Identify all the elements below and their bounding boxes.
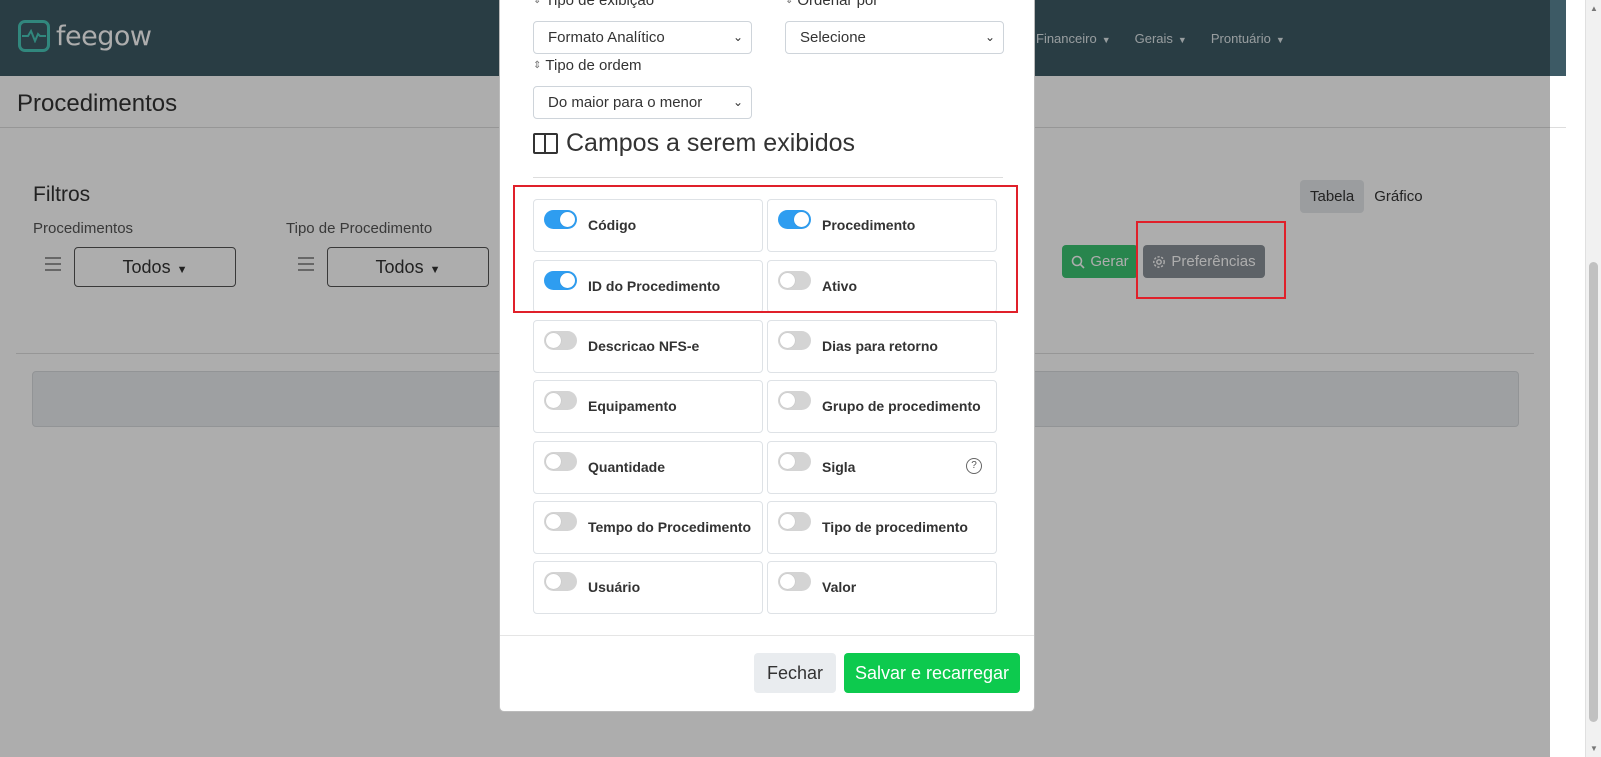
columns-icon: [533, 133, 558, 154]
field-label: Dias para retorno: [822, 338, 938, 354]
chevron-down-icon: ⌄: [984, 30, 995, 44]
chevron-down-icon: ⌄: [732, 95, 743, 109]
field-label: Tipo de procedimento: [822, 519, 968, 535]
field-descricao-nfse[interactable]: Descricao NFS-e: [533, 320, 763, 373]
field-grupo-procedimento[interactable]: Grupo de procedimento: [767, 380, 997, 433]
field-tipo-procedimento[interactable]: Tipo de procedimento: [767, 501, 997, 554]
toggle-switch[interactable]: [778, 512, 811, 531]
field-label: Usuário: [588, 579, 641, 595]
scroll-up-icon[interactable]: ▲: [1590, 4, 1598, 13]
fechar-button[interactable]: Fechar: [754, 653, 836, 693]
scroll-down-icon[interactable]: ▼: [1590, 744, 1598, 753]
help-icon[interactable]: ?: [966, 458, 982, 474]
select-value: Do maior para o menor: [548, 94, 703, 111]
field-usuario[interactable]: Usuário: [533, 561, 763, 614]
chevron-down-icon: ⌄: [732, 30, 743, 44]
highlight-box: [1136, 221, 1286, 299]
ordenar-por-select[interactable]: Selecione ⌄: [785, 21, 1004, 54]
field-label: Equipamento: [588, 398, 677, 414]
toggle-switch[interactable]: [544, 391, 577, 410]
section-title: Campos a serem exibidos: [533, 129, 855, 158]
toggle-switch[interactable]: [544, 572, 577, 591]
sort-icon: ⇕: [533, 0, 542, 6]
toggle-switch[interactable]: [544, 452, 577, 471]
toggle-switch[interactable]: [778, 331, 811, 350]
tipo-exibicao-select[interactable]: Formato Analítico ⌄: [533, 21, 752, 54]
toggle-switch[interactable]: [544, 331, 577, 350]
field-sigla[interactable]: Sigla ?: [767, 441, 997, 494]
salvar-recarregar-button[interactable]: Salvar e recarregar: [844, 653, 1020, 693]
highlight-box: [513, 185, 1018, 313]
label-text: Tipo de exibição: [545, 0, 655, 9]
section-title-text: Campos a serem exibidos: [566, 129, 856, 157]
field-label: Grupo de procedimento: [822, 398, 981, 414]
preferences-modal: ⇕ Tipo de exibição ⇕ Ordenar por Formato…: [499, 0, 1035, 712]
toggle-switch[interactable]: [778, 391, 811, 410]
toggle-switch[interactable]: [778, 452, 811, 471]
tipo-ordem-label: ⇕ Tipo de ordem: [533, 57, 642, 74]
label-text: Ordenar por: [797, 0, 879, 9]
scrollbar-thumb[interactable]: [1589, 262, 1598, 722]
field-label: Valor: [822, 579, 857, 595]
divider: [500, 635, 1034, 636]
sort-icon: ⇕: [533, 59, 542, 71]
tipo-exibicao-label: ⇕ Tipo de exibição: [533, 0, 654, 9]
toggle-switch[interactable]: [778, 572, 811, 591]
field-tempo-procedimento[interactable]: Tempo do Procedimento: [533, 501, 763, 554]
page-scrollbar[interactable]: ▲ ▼: [1585, 0, 1601, 757]
divider: [533, 177, 1003, 178]
field-equipamento[interactable]: Equipamento: [533, 380, 763, 433]
sort-icon: ⇕: [785, 0, 794, 6]
label-text: Tipo de ordem: [545, 57, 642, 74]
field-label: Quantidade: [588, 459, 666, 475]
toggle-switch[interactable]: [544, 512, 577, 531]
ordenar-por-label: ⇕ Ordenar por: [785, 0, 878, 9]
field-valor[interactable]: Valor: [767, 561, 997, 614]
field-label: Sigla: [822, 459, 856, 475]
field-label: Descricao NFS-e: [588, 338, 700, 354]
field-dias-retorno[interactable]: Dias para retorno: [767, 320, 997, 373]
field-label: Tempo do Procedimento: [588, 519, 752, 535]
tipo-ordem-select[interactable]: Do maior para o menor ⌄: [533, 86, 752, 119]
field-quantidade[interactable]: Quantidade: [533, 441, 763, 494]
select-value: Selecione: [800, 29, 866, 46]
select-value: Formato Analítico: [548, 29, 665, 46]
